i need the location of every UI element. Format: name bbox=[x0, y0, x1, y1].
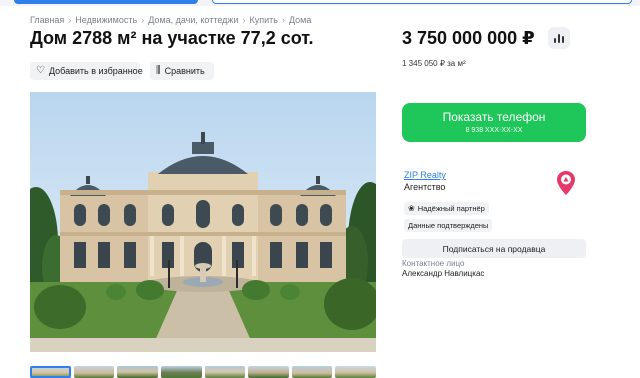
breadcrumb-separator: › bbox=[281, 15, 285, 25]
heart-icon: ♡ bbox=[36, 65, 45, 76]
contact-person-name: Александр Навлицкас bbox=[402, 269, 485, 278]
breadcrumb: Главная › Недвижимость › Дома, дачи, коттедж… bbox=[30, 15, 311, 25]
trusted-partner-label: Надёжный партнёр bbox=[417, 204, 485, 213]
breadcrumb-separator: › bbox=[242, 15, 246, 25]
breadcrumb-item-buy[interactable]: Купить bbox=[249, 15, 277, 25]
compare-icon: ⫼ bbox=[156, 65, 161, 76]
breadcrumb-separator: › bbox=[141, 15, 145, 25]
show-phone-button[interactable]: Показать телефон 8 938 XXX-XX-XX bbox=[402, 103, 586, 142]
thumbnail[interactable] bbox=[73, 366, 115, 378]
handshake-icon: ❀ bbox=[408, 203, 415, 213]
agency-type: Агентство bbox=[404, 182, 446, 192]
top-nav-strip bbox=[0, 0, 640, 6]
top-nav-button[interactable] bbox=[14, 0, 198, 4]
bar-chart-icon bbox=[554, 38, 556, 43]
breadcrumb-separator: › bbox=[68, 15, 72, 25]
agency-logo[interactable] bbox=[556, 170, 576, 196]
add-to-favorites-button[interactable]: ♡ Добавить в избранное bbox=[30, 62, 143, 80]
price-per-square-meter: 1 345 050 ₽ за м² bbox=[402, 59, 466, 68]
page-title: Дом 2788 м² на участке 77,2 сот. bbox=[30, 28, 314, 48]
trusted-partner-badge: ❀ Надёжный партнёр bbox=[404, 202, 489, 215]
breadcrumb-item-houses[interactable]: Дома bbox=[289, 15, 311, 25]
map-pin-icon bbox=[557, 171, 575, 195]
thumbnail[interactable] bbox=[335, 366, 376, 378]
data-verified-label: Данные подтверждены bbox=[408, 221, 489, 230]
photo-thumbnails bbox=[30, 366, 376, 378]
thumbnail[interactable] bbox=[291, 366, 333, 378]
bar-chart-icon bbox=[558, 34, 560, 43]
top-search-field[interactable] bbox=[212, 0, 632, 4]
subscribe-to-seller-label: Подписаться на продавца bbox=[442, 243, 546, 254]
breadcrumb-item-houses-dachas[interactable]: Дома, дачи, коттеджи bbox=[148, 15, 238, 25]
thumbnail[interactable] bbox=[248, 366, 289, 378]
breadcrumb-item-realty[interactable]: Недвижимость bbox=[75, 15, 137, 25]
thumbnail[interactable] bbox=[160, 366, 202, 378]
thumbnail[interactable] bbox=[30, 366, 71, 378]
breadcrumb-item-home[interactable]: Главная bbox=[30, 15, 64, 25]
contact-person-label: Контактное лицо bbox=[402, 259, 465, 268]
compare-label: Сравнить bbox=[164, 66, 205, 76]
price-history-button[interactable] bbox=[548, 27, 570, 49]
show-phone-label: Показать телефон bbox=[442, 110, 546, 124]
masked-phone-number: 8 938 XXX-XX-XX bbox=[465, 127, 523, 134]
subscribe-to-seller-button[interactable]: Подписаться на продавца bbox=[402, 239, 586, 258]
add-to-favorites-label: Добавить в избранное bbox=[48, 66, 143, 76]
data-verified-badge: Данные подтверждены bbox=[404, 219, 493, 232]
thumbnail[interactable] bbox=[117, 366, 158, 378]
compare-button[interactable]: ⫼ Сравнить bbox=[150, 62, 214, 80]
listing-price: 3 750 000 000 ₽ bbox=[402, 28, 535, 48]
bar-chart-icon bbox=[562, 36, 564, 43]
main-photo[interactable] bbox=[30, 92, 376, 352]
thumbnail[interactable] bbox=[204, 366, 246, 378]
agency-name-link[interactable]: ZIP Realty bbox=[404, 170, 446, 180]
mansion-photo-image bbox=[30, 92, 376, 352]
